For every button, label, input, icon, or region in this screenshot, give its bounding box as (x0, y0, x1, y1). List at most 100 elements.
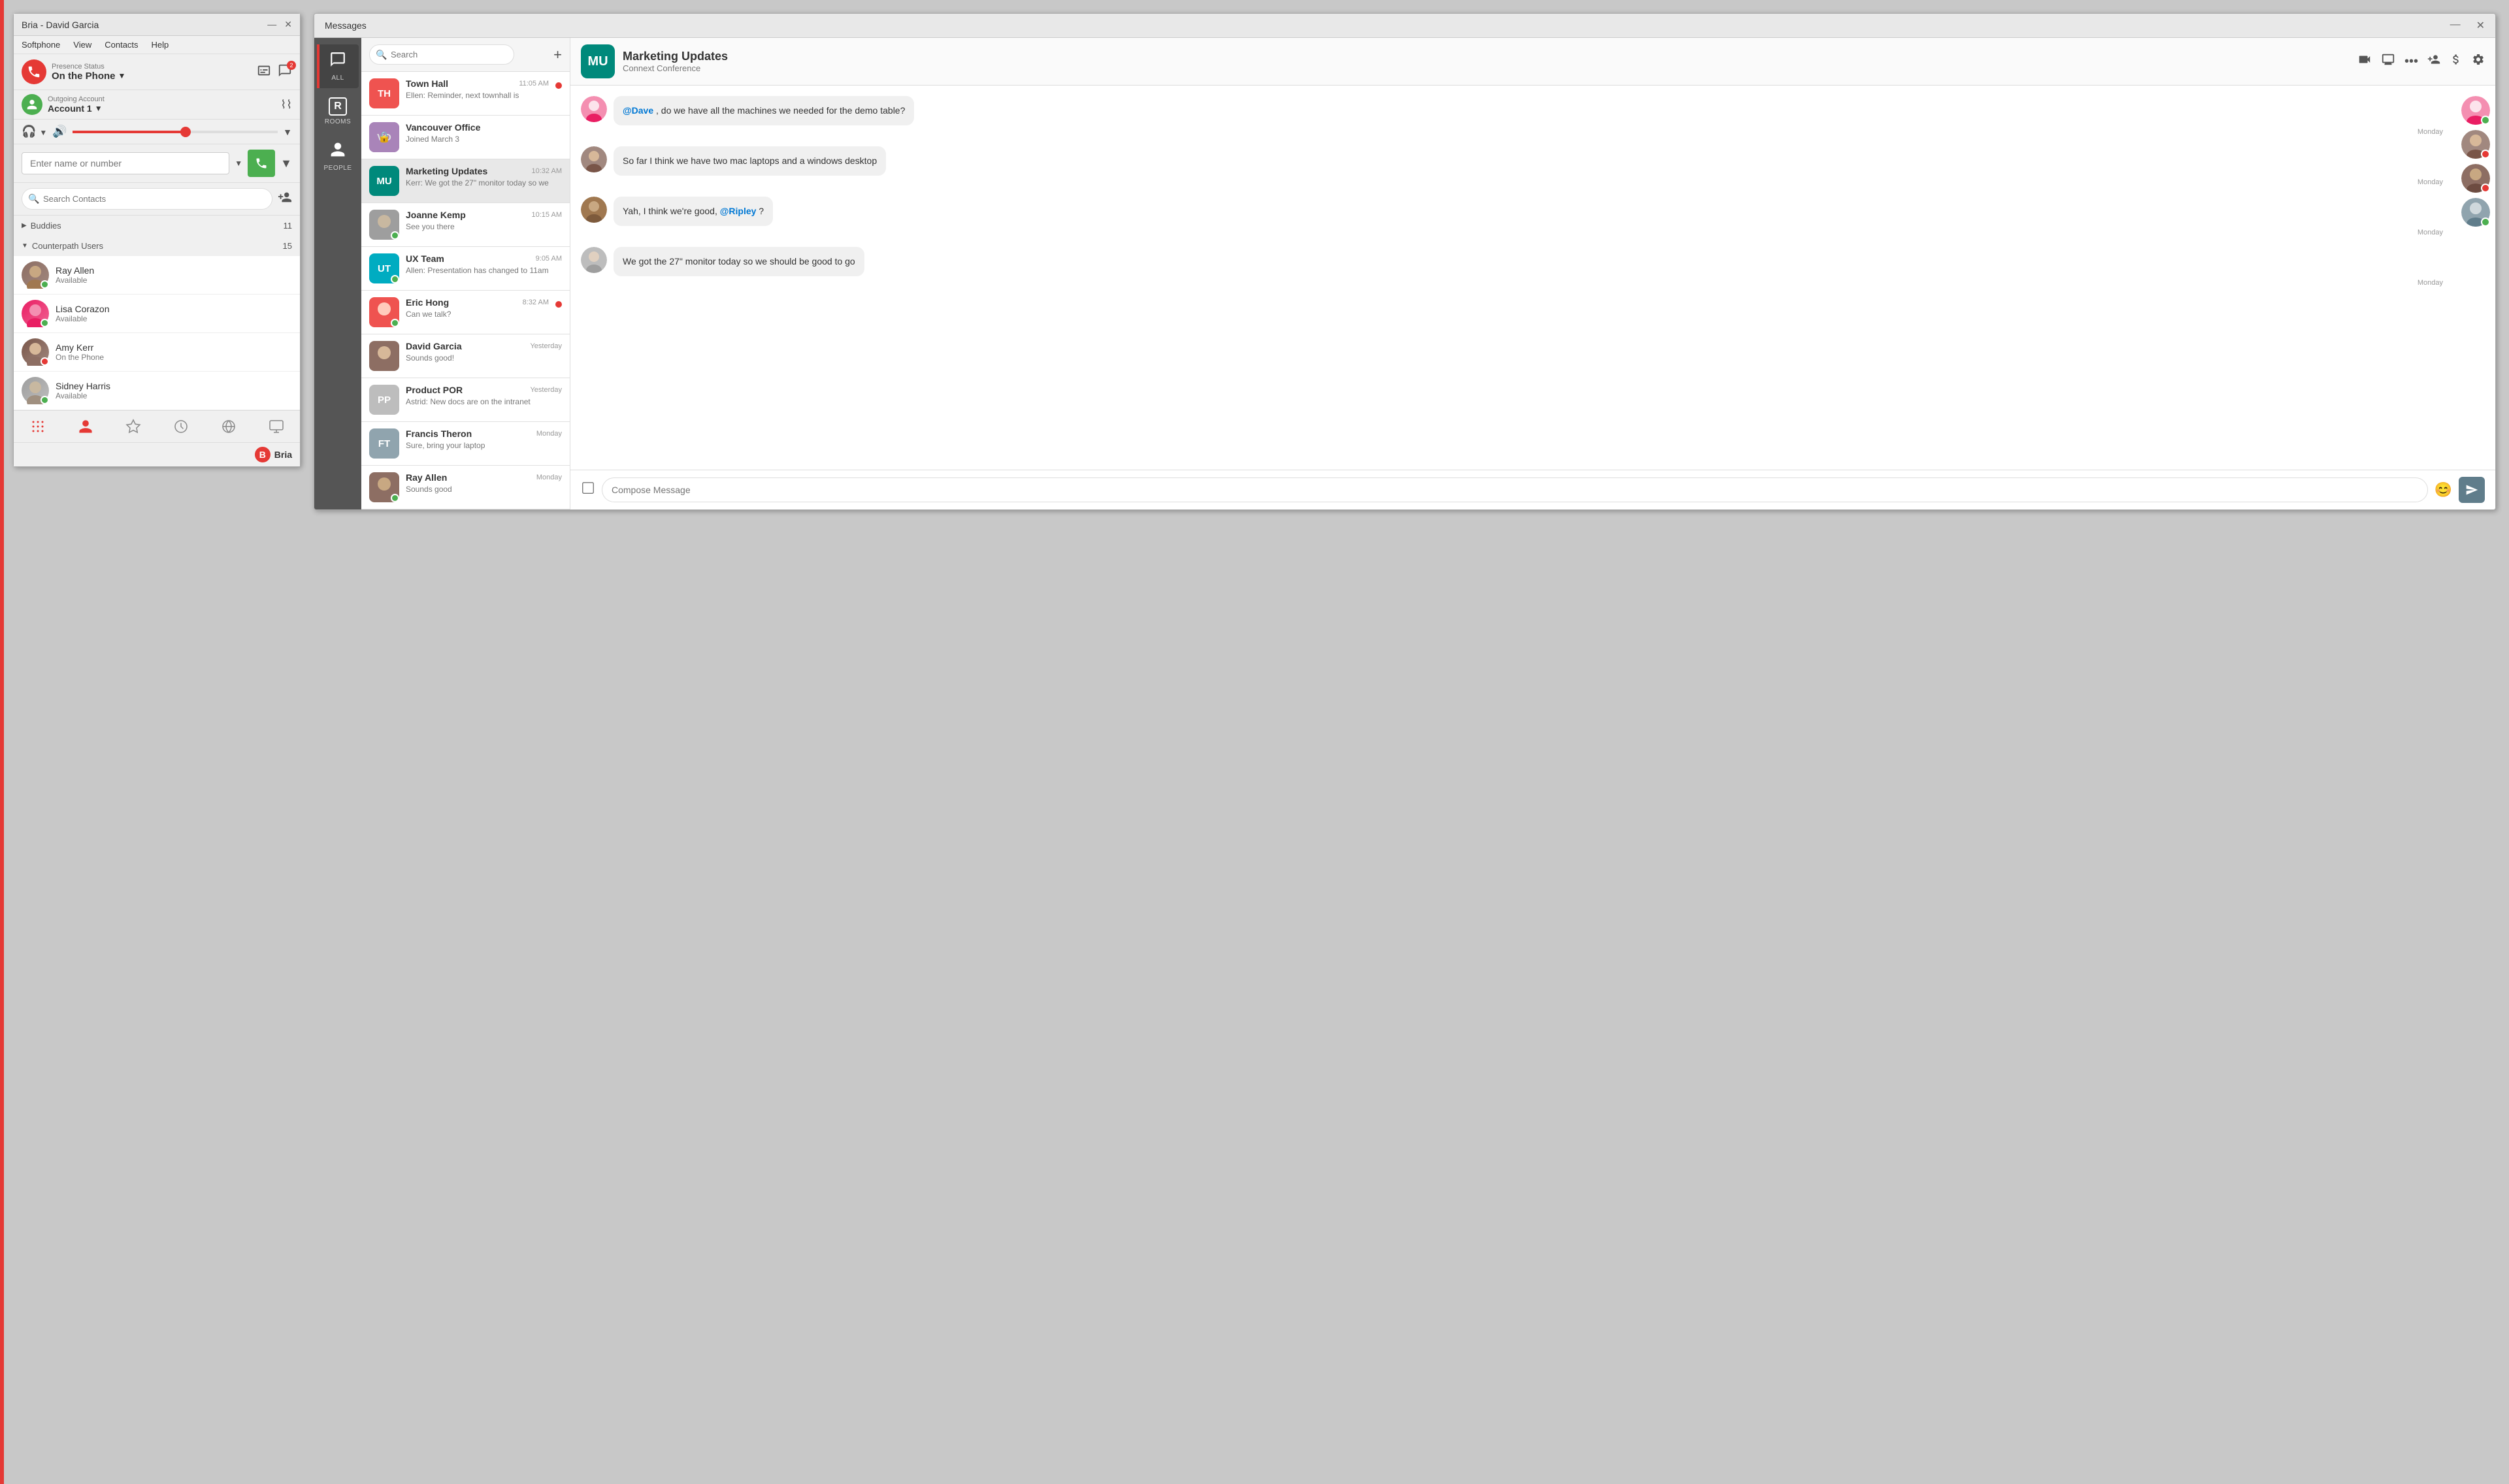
voicemail-icon[interactable]: ⌇⌇ (280, 98, 292, 112)
rooms-icon: R (329, 97, 347, 116)
message-row-3: Yah, I think we're good, @Ripley ? Monda… (581, 197, 2446, 236)
minimize-button[interactable]: — (267, 19, 276, 30)
dial-input[interactable] (22, 152, 229, 174)
contact-item-sidney-harris[interactable]: Sidney Harris Available (14, 372, 300, 410)
account-name-value[interactable]: Account 1 ▼ (48, 103, 105, 114)
compose-attach-button[interactable] (581, 481, 595, 499)
conv-add-button[interactable]: + (553, 46, 562, 63)
contacts-icon-btn[interactable] (257, 63, 271, 81)
conv-search-input[interactable] (369, 44, 514, 65)
joanne-header: Joanne Kemp 10:15 AM (406, 210, 562, 220)
sidebar-nav-people[interactable]: PEOPLE (317, 135, 359, 178)
marketing-header: Marketing Updates 10:32 AM (406, 166, 562, 176)
compose-input[interactable] (602, 477, 2428, 502)
search-contacts-wrap: 🔍 (22, 188, 272, 210)
francis-avatar: FT (369, 428, 399, 459)
sidebar-nav-rooms[interactable]: R ROOMS (317, 91, 359, 132)
buddies-group-header[interactable]: ▶ Buddies 11 (14, 216, 300, 236)
joanne-content: Joanne Kemp 10:15 AM See you there (406, 210, 562, 231)
msg-bubble-wrap-1: @Dave , do we have all the machines we n… (614, 96, 2446, 136)
dial-dropdown-arrow[interactable]: ▼ (235, 159, 242, 168)
menu-view[interactable]: View (73, 40, 91, 50)
marketing-name: Marketing Updates (406, 166, 487, 176)
settings-button[interactable] (2472, 53, 2485, 70)
amy-kerr-status: On the Phone (56, 353, 292, 362)
video-call-button[interactable] (2357, 52, 2372, 71)
contact-item-lisa-corazon[interactable]: Lisa Corazon Available (14, 295, 300, 333)
audio-dropdown-arrow[interactable]: ▼ (283, 127, 292, 137)
chat-header-info: Marketing Updates Connext Conference (623, 50, 2350, 73)
more-options-button[interactable]: ••• (2404, 54, 2418, 69)
menu-contacts[interactable]: Contacts (105, 40, 138, 50)
nav-favorites[interactable] (120, 416, 146, 437)
msg-bubble-4: We got the 27" monitor today so we shoul… (614, 247, 864, 276)
compose-emoji-button[interactable]: 😊 (2435, 481, 2452, 498)
presence-icon (22, 59, 46, 84)
chat-area: MU Marketing Updates Connext Conference (570, 38, 2495, 509)
sidebar-nav-all[interactable]: ALL (317, 44, 359, 88)
nav-history[interactable] (168, 416, 194, 437)
conv-item-rayconv[interactable]: Ray Allen Monday Sounds good (361, 466, 570, 509)
messages-minimize-button[interactable]: — (2450, 19, 2461, 32)
dial-more-button[interactable]: ▼ (280, 157, 292, 170)
msg-bubble-wrap-3: Yah, I think we're good, @Ripley ? Monda… (614, 197, 2446, 236)
counterpath-group-header[interactable]: ▼ Counterpath Users 15 (14, 236, 300, 256)
right-avatar-dot-1 (2481, 116, 2490, 125)
vancouver-locked-overlay: 🔒 (369, 122, 399, 152)
headset-icon[interactable]: 🎧 ▼ (22, 125, 47, 138)
erichong-name: Eric Hong (406, 297, 449, 308)
presence-value[interactable]: On the Phone ▼ (52, 71, 125, 82)
messages-title-bar: Messages — ✕ (314, 14, 2495, 38)
conv-search-wrap: 🔍 (369, 44, 548, 65)
conv-item-francis[interactable]: FT Francis Theron Monday Sure, bring you… (361, 422, 570, 466)
contact-item-amy-kerr[interactable]: Amy Kerr On the Phone (14, 333, 300, 372)
nav-globe[interactable] (216, 416, 242, 437)
menu-softphone[interactable]: Softphone (22, 40, 60, 50)
msg-avatar-4 (581, 247, 607, 273)
screen-share-button[interactable] (2381, 52, 2395, 71)
msg-time-4: Monday (614, 279, 2446, 287)
david-avatar-wrap (369, 341, 399, 371)
title-bar-controls: — ✕ (267, 19, 292, 30)
account-icon (22, 94, 42, 115)
nav-contacts[interactable] (73, 416, 99, 437)
contact-item-ray-allen[interactable]: Ray Allen Available (14, 256, 300, 295)
status-left: Presence Status On the Phone ▼ (22, 59, 125, 84)
counterpath-count: 15 (283, 241, 292, 251)
conv-item-joanne[interactable]: Joanne Kemp 10:15 AM See you there (361, 203, 570, 247)
close-button[interactable]: ✕ (284, 19, 292, 30)
add-contact-button[interactable] (278, 190, 292, 208)
message-row-1: @Dave , do we have all the machines we n… (581, 96, 2446, 136)
conv-item-erichong[interactable]: Eric Hong 8:32 AM Can we talk? (361, 291, 570, 334)
conv-item-marketing[interactable]: MU Marketing Updates 10:32 AM Kerr: We g… (361, 159, 570, 203)
buddies-chevron-icon: ▶ (22, 222, 27, 229)
vancouver-content: Vancouver Office Joined March 3 (406, 122, 562, 144)
conv-item-vancouver[interactable]: VO 🔒 Vancouver Office Joined March 3 (361, 116, 570, 159)
messages-icon-btn[interactable]: 2 (278, 63, 292, 81)
conv-item-david[interactable]: David Garcia Yesterday Sounds good! (361, 334, 570, 378)
compose-send-button[interactable] (2459, 477, 2485, 503)
add-member-button[interactable] (2427, 53, 2440, 70)
nav-screen[interactable] (263, 416, 289, 437)
call-button[interactable] (248, 150, 275, 177)
volume-slider[interactable] (73, 131, 278, 133)
messages-panel: Messages — ✕ ALL (314, 13, 2496, 510)
conv-item-product[interactable]: PP Product POR Yesterday Astrid: New doc… (361, 378, 570, 422)
speaker-icon[interactable]: 🔊 (52, 125, 67, 138)
vancouver-header: Vancouver Office (406, 122, 562, 133)
audio-controls: 🎧 ▼ 🔊 ▼ (14, 120, 300, 144)
search-contacts-input[interactable] (22, 188, 272, 210)
messages-close-button[interactable]: ✕ (2476, 19, 2485, 32)
all-chat-icon (329, 51, 346, 72)
dollar-button[interactable] (2450, 53, 2463, 70)
conv-item-townhall[interactable]: TH Town Hall 11:05 AM Ellen: Reminder, n… (361, 72, 570, 116)
conversation-list: 🔍 + TH Town Hall 11:05 AM (361, 38, 570, 509)
sidney-harris-name: Sidney Harris (56, 381, 292, 391)
menu-help[interactable]: Help (152, 40, 169, 50)
francis-preview: Sure, bring your laptop (406, 441, 562, 450)
lisa-corazon-info: Lisa Corazon Available (56, 304, 292, 323)
msg-bubble-3: Yah, I think we're good, @Ripley ? (614, 197, 773, 226)
nav-dialpad[interactable] (25, 416, 51, 437)
conv-item-uxteam[interactable]: UT UX Team 9:05 AM Allen: Presentation h… (361, 247, 570, 291)
search-contacts-area: 🔍 (14, 183, 300, 216)
